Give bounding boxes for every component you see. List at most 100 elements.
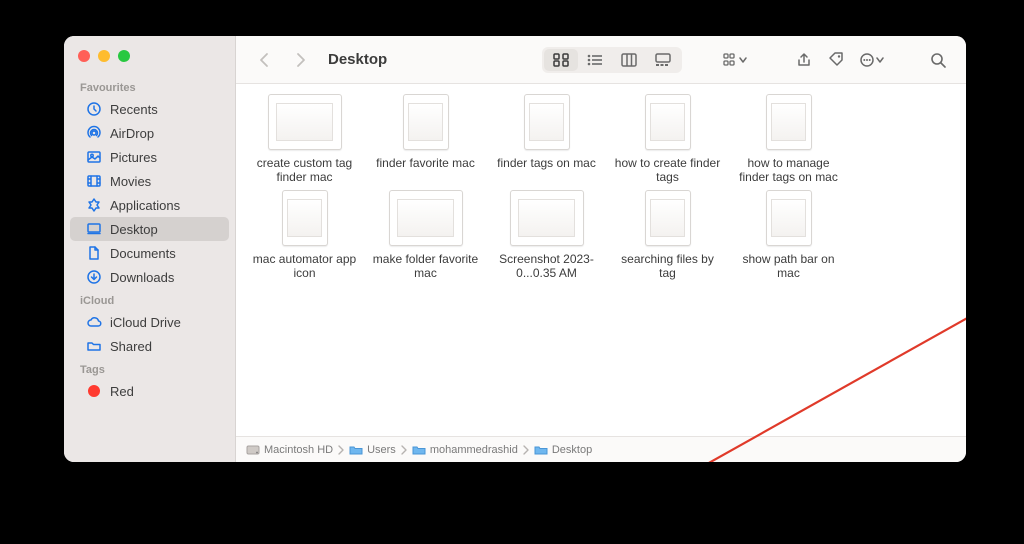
sidebar-item-label: AirDrop [110, 126, 154, 141]
folder-icon [86, 338, 102, 354]
sidebar-item-label: Downloads [110, 270, 174, 285]
file-item[interactable]: show path bar on mac [732, 190, 845, 280]
sidebar-item-label: iCloud Drive [110, 315, 181, 330]
file-item[interactable]: how to create finder tags [611, 94, 724, 184]
file-name: finder favorite mac [376, 156, 475, 170]
sidebar-item-label: Applications [110, 198, 180, 213]
file-item[interactable]: make folder favorite mac [369, 190, 482, 280]
desktop-icon [86, 221, 102, 237]
main-pane: Desktop [236, 36, 966, 462]
window-controls [64, 48, 235, 76]
view-columns-button[interactable] [612, 49, 646, 71]
file-item[interactable]: searching files by tag [611, 190, 724, 280]
sidebar-item-shared[interactable]: Shared [70, 334, 229, 358]
drive-icon [246, 444, 260, 456]
zoom-button[interactable] [118, 50, 130, 62]
file-item[interactable]: mac automator app icon [248, 190, 361, 280]
view-switcher [542, 47, 682, 73]
down-icon [86, 269, 102, 285]
file-item[interactable]: finder favorite mac [369, 94, 482, 184]
forward-button[interactable] [286, 48, 314, 72]
sidebar-item-label: Recents [110, 102, 158, 117]
airdrop-icon [86, 125, 102, 141]
file-grid[interactable]: create custom tag finder mac finder favor… [236, 84, 966, 436]
tag-dot-icon [86, 383, 102, 399]
file-item[interactable]: finder tags on mac [490, 94, 603, 184]
file-thumbnail [645, 190, 691, 246]
sidebar-item-downloads[interactable]: Downloads [70, 265, 229, 289]
file-thumbnail [766, 190, 812, 246]
file-thumbnail [403, 94, 449, 150]
file-thumbnail [268, 94, 342, 150]
view-gallery-button[interactable] [646, 49, 680, 71]
chevron-right-icon [337, 445, 345, 455]
clock-icon [86, 101, 102, 117]
path-segment[interactable]: Macintosh HD [246, 444, 333, 456]
file-name: Screenshot 2023-0...0.35 AM [491, 252, 603, 280]
sidebar-section-label: Favourites [64, 76, 235, 97]
group-by-button[interactable] [716, 48, 756, 72]
file-thumbnail [524, 94, 570, 150]
sidebar-item-airdrop[interactable]: AirDrop [70, 121, 229, 145]
file-thumbnail [510, 190, 584, 246]
sidebar-item-applications[interactable]: Applications [70, 193, 229, 217]
file-name: make folder favorite mac [370, 252, 482, 280]
path-segment[interactable]: Users [349, 444, 396, 456]
sidebar-item-label: Documents [110, 246, 176, 261]
chevron-right-icon [522, 445, 530, 455]
back-button[interactable] [250, 48, 278, 72]
search-button[interactable] [924, 48, 952, 72]
file-name: searching files by tag [612, 252, 724, 280]
path-segment-label: Macintosh HD [264, 444, 333, 456]
folder-icon [349, 444, 363, 456]
path-bar: Macintosh HD Users mohammedrashid Desktop [236, 436, 966, 462]
file-item[interactable]: Screenshot 2023-0...0.35 AM [490, 190, 603, 280]
app-icon [86, 197, 102, 213]
action-menu-button[interactable] [854, 48, 890, 72]
folder-icon [412, 444, 426, 456]
file-name: create custom tag finder mac [249, 156, 361, 184]
sidebar-item-label: Pictures [110, 150, 157, 165]
file-name: how to manage finder tags on mac [733, 156, 845, 184]
tags-button[interactable] [822, 48, 850, 72]
close-button[interactable] [78, 50, 90, 62]
sidebar: Favourites Recents AirDrop Pictures Movies Ap… [64, 36, 236, 462]
sidebar-item-movies[interactable]: Movies [70, 169, 229, 193]
file-thumbnail [282, 190, 328, 246]
file-thumbnail [766, 94, 812, 150]
sidebar-item-label: Desktop [110, 222, 158, 237]
sidebar-item-desktop[interactable]: Desktop [70, 217, 229, 241]
doc-icon [86, 245, 102, 261]
path-segment-label: Desktop [552, 444, 592, 456]
sidebar-item-pictures[interactable]: Pictures [70, 145, 229, 169]
sidebar-item-recents[interactable]: Recents [70, 97, 229, 121]
finder-window: Favourites Recents AirDrop Pictures Movies Ap… [64, 36, 966, 462]
sidebar-section-label: iCloud [64, 289, 235, 310]
sidebar-item-red[interactable]: Red [70, 379, 229, 403]
sidebar-item-label: Red [110, 384, 134, 399]
path-segment-label: mohammedrashid [430, 444, 518, 456]
file-thumbnail [389, 190, 463, 246]
window-title: Desktop [328, 51, 387, 68]
path-segment-label: Users [367, 444, 396, 456]
toolbar-actions [790, 48, 890, 72]
share-button[interactable] [790, 48, 818, 72]
sidebar-item-label: Shared [110, 339, 152, 354]
minimize-button[interactable] [98, 50, 110, 62]
sidebar-item-documents[interactable]: Documents [70, 241, 229, 265]
file-name: how to create finder tags [612, 156, 724, 184]
chevron-right-icon [400, 445, 408, 455]
cloud-icon [86, 314, 102, 330]
file-item[interactable]: how to manage finder tags on mac [732, 94, 845, 184]
file-item[interactable]: create custom tag finder mac [248, 94, 361, 184]
path-segment[interactable]: mohammedrashid [412, 444, 518, 456]
view-icons-button[interactable] [544, 49, 578, 71]
sidebar-item-label: Movies [110, 174, 151, 189]
photo-icon [86, 149, 102, 165]
view-list-button[interactable] [578, 49, 612, 71]
file-name: show path bar on mac [733, 252, 845, 280]
sidebar-item-icloud-drive[interactable]: iCloud Drive [70, 310, 229, 334]
path-segment[interactable]: Desktop [534, 444, 592, 456]
file-name: finder tags on mac [497, 156, 596, 170]
film-icon [86, 173, 102, 189]
